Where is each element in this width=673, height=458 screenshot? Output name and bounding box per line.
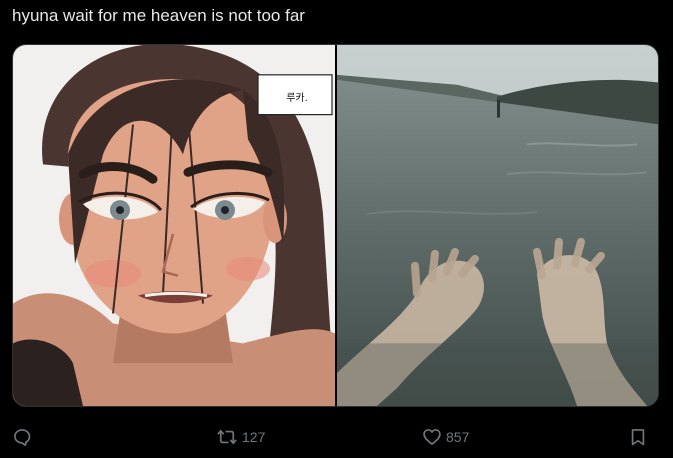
repost-count: 127	[242, 429, 266, 445]
water-photo-image[interactable]	[337, 45, 659, 406]
like-count: 857	[446, 429, 470, 445]
bookmark-button[interactable]	[628, 424, 648, 450]
bookmark-icon	[631, 429, 645, 446]
repost-button[interactable]: 127	[216, 424, 265, 450]
tweet: hyuna wait for me heaven is not too far	[0, 0, 673, 458]
repost-icon	[217, 429, 237, 445]
reply-button[interactable]	[12, 424, 36, 450]
media-grid[interactable]: 루카.	[12, 44, 659, 407]
action-bar: 127 857	[0, 424, 673, 450]
post-text: hyuna wait for me heaven is not too far	[12, 6, 305, 25]
reply-icon	[14, 429, 31, 446]
like-button[interactable]: 857	[422, 424, 469, 450]
heart-icon	[423, 429, 441, 445]
speech-bubble-text: 루카.	[286, 93, 308, 104]
